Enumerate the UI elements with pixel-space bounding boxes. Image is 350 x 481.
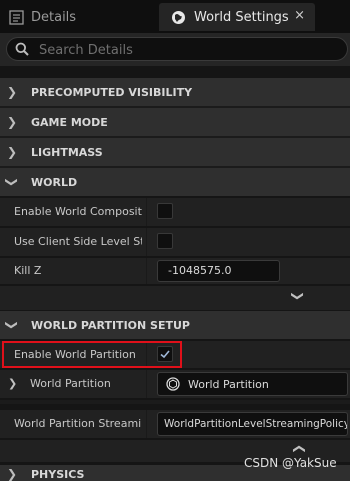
section-world-partition-setup[interactable]: ❯ WORLD PARTITION SETUP xyxy=(0,311,350,339)
chevron-right-icon[interactable]: ❯ xyxy=(8,377,17,390)
details-icon xyxy=(9,9,24,25)
highlight-box xyxy=(2,341,182,368)
world-partition-icon xyxy=(166,377,180,391)
world-partition-value: World Partition xyxy=(188,377,269,391)
section-label: PRECOMPUTED VISIBILITY xyxy=(31,85,193,99)
world-partition-streaming-field[interactable]: WorldPartitionLevelStreamingPolicy xyxy=(157,412,348,436)
section-world[interactable]: ❯ WORLD xyxy=(0,168,350,196)
section-game-mode[interactable]: ❯ GAME MODE xyxy=(0,108,350,136)
property-label: World Partition Streaming xyxy=(14,417,142,430)
chevron-up-icon: ❯ xyxy=(291,443,306,455)
search-box xyxy=(6,37,348,61)
property-row-world-partition-streaming: World Partition Streaming WorldPartition… xyxy=(0,410,350,438)
chevron-right-icon: ❯ xyxy=(6,85,18,99)
enable-world-composition-checkbox[interactable] xyxy=(157,203,173,219)
section-precomputed-visibility[interactable]: ❯ PRECOMPUTED VISIBILITY xyxy=(0,78,350,106)
kill-z-input[interactable]: -1048575.0 xyxy=(157,260,280,282)
chevron-down-icon: ❯ xyxy=(5,319,19,331)
property-row-world-partition: ❯ World Partition World Partition xyxy=(0,370,350,398)
tab-world-settings[interactable]: World Settings × xyxy=(159,3,315,31)
property-label: Enable World Composition xyxy=(14,205,142,218)
chevron-down-icon: ❯ xyxy=(291,290,306,302)
column-divider xyxy=(146,370,147,398)
chevron-right-icon: ❯ xyxy=(6,115,18,129)
column-divider xyxy=(146,198,147,226)
tab-world-settings-label: World Settings xyxy=(194,9,289,25)
search-icon xyxy=(15,42,29,56)
advanced-expander[interactable]: ❯ xyxy=(0,286,350,310)
globe-icon xyxy=(171,10,186,25)
search-bar xyxy=(0,33,350,66)
divider xyxy=(0,400,350,404)
property-row-use-client-side: Use Client Side Level Streaming Volumes xyxy=(0,228,350,256)
section-label: PHYSICS xyxy=(31,468,85,481)
property-label: World Partition xyxy=(30,377,111,390)
section-label: GAME MODE xyxy=(31,115,108,129)
chevron-right-icon: ❯ xyxy=(6,467,18,481)
chevron-right-icon: ❯ xyxy=(6,145,18,159)
property-row-kill-z: Kill Z -1048575.0 xyxy=(0,258,350,284)
section-label: LIGHTMASS xyxy=(31,145,103,159)
world-partition-combo[interactable]: World Partition xyxy=(157,372,348,396)
chevron-down-icon: ❯ xyxy=(5,176,19,188)
column-divider xyxy=(146,410,147,438)
watermark: CSDN @YakSue xyxy=(244,456,337,470)
tab-details-label: Details xyxy=(31,9,77,25)
section-label: WORLD PARTITION SETUP xyxy=(31,318,190,332)
section-label: WORLD xyxy=(31,175,78,189)
close-icon[interactable]: × xyxy=(294,8,305,23)
property-label: Use Client Side Level Streaming Volumes xyxy=(14,235,142,248)
search-input[interactable] xyxy=(37,40,341,60)
property-row-enable-world-composition: Enable World Composition xyxy=(0,198,350,226)
section-lightmass[interactable]: ❯ LIGHTMASS xyxy=(0,138,350,166)
use-client-side-checkbox[interactable] xyxy=(157,233,173,249)
property-label: Kill Z xyxy=(14,264,42,277)
column-divider xyxy=(146,258,147,284)
column-divider xyxy=(146,228,147,256)
tab-details[interactable]: Details xyxy=(0,3,156,31)
tab-bar: Details World Settings × xyxy=(0,0,350,33)
